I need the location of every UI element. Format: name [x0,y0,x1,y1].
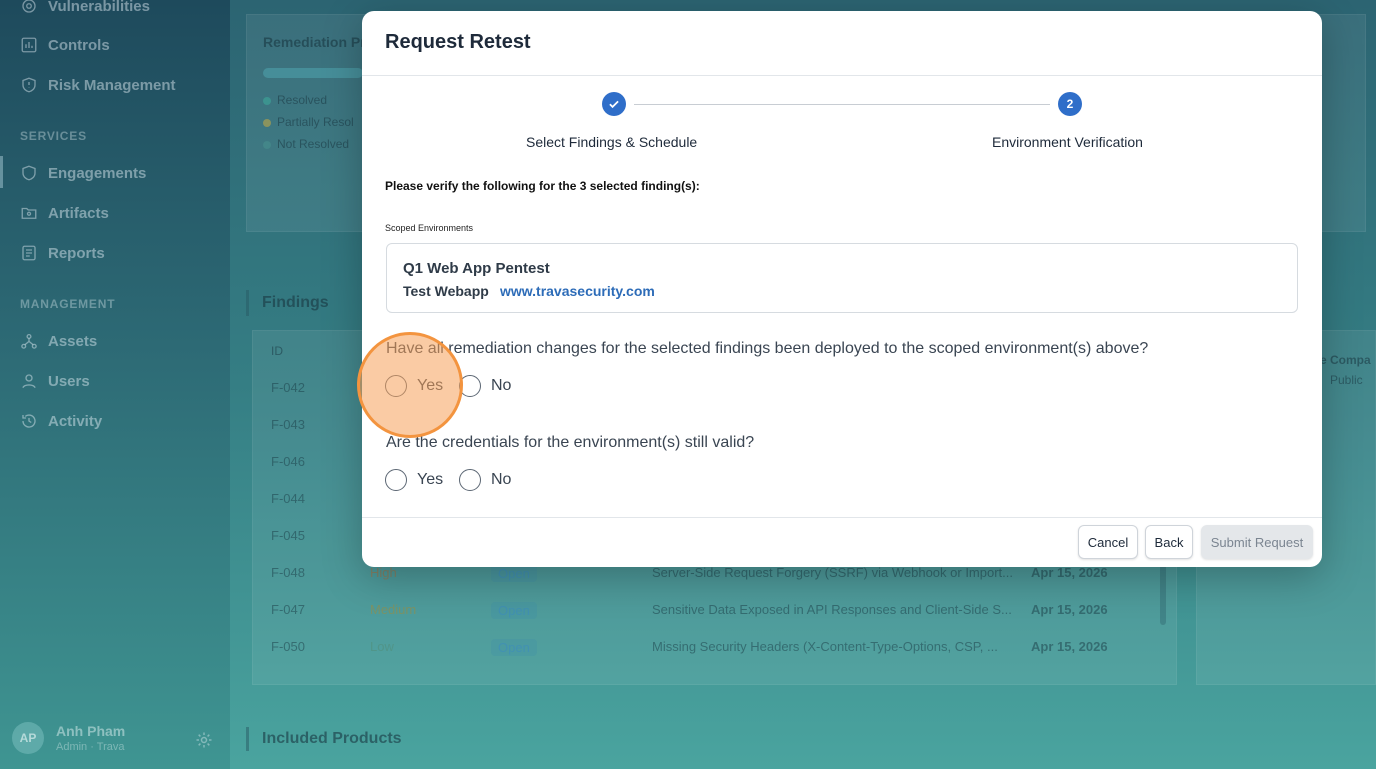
nav-assets[interactable]: Assets [20,329,97,353]
section-services: SERVICES [20,129,87,143]
side-card-sub: Public [1330,373,1363,387]
remediation-progress-bar [263,68,363,78]
submit-request-button[interactable]: Submit Request [1201,525,1313,559]
environment-card: Q1 Web App Pentest Test Webapp www.trava… [386,243,1298,313]
stepper-connector [634,104,1050,105]
findings-accent-bar [246,290,249,316]
user-icon [20,372,38,390]
back-button[interactable]: Back [1145,525,1193,559]
radio-label: No [491,471,512,488]
step-1-label: Select Findings & Schedule [526,134,698,150]
modal-footer-divider [362,517,1322,518]
nav-reports[interactable]: Reports [20,241,105,265]
q1-no-radio[interactable]: No [459,375,511,397]
settings-gear-icon[interactable] [194,730,214,750]
nav-label: Assets [48,332,98,350]
modal-header-divider [362,75,1322,76]
scoped-environments-label: Scoped Environments [385,223,474,233]
radio-circle[interactable] [385,469,407,491]
radio-circle[interactable] [385,375,407,397]
side-card-title: e Compa [1320,353,1371,367]
legend-partially-resolved: Partially Resol [263,115,354,129]
nav-engagements[interactable]: Engagements [20,161,146,185]
nav-label: Users [48,372,90,390]
question-credentials: Are the credentials for the environment(… [386,434,755,451]
nav-risk-management[interactable]: Risk Management [20,73,176,97]
user-name: Anh Pham [56,723,126,739]
legend-resolved: Resolved [263,93,327,107]
radio-label: Yes [417,377,444,394]
radio-circle[interactable] [459,375,481,397]
step-1-check-icon [602,92,626,116]
modal-title: Request Retest [385,31,531,53]
table-row[interactable]: F-047 Medium Open Sensitive Data Exposed… [271,602,1151,639]
active-indicator [0,156,3,188]
findings-title: Findings [262,294,329,311]
nav-users[interactable]: Users [20,369,90,393]
nav-controls[interactable]: Controls [20,33,110,57]
shield-icon [20,164,38,182]
nav-activity[interactable]: Activity [20,409,102,433]
sidebar: Vulnerabilities Controls Risk Management… [0,0,230,769]
step-2-label: Environment Verification [992,134,1143,150]
request-retest-modal: Request Retest 2 Select Findings & Sched… [362,11,1322,567]
q1-yes-radio[interactable]: Yes [385,375,443,397]
q2-yes-radio[interactable]: Yes [385,469,443,491]
radio-label: No [491,377,512,394]
verify-instructions: Please verify the following for the 3 se… [385,179,700,193]
nav-label: Engagements [48,164,147,182]
environment-app: Test Webapp [403,283,489,299]
table-row[interactable]: F-050 Low Open Missing Security Headers … [271,639,1151,676]
question-deployed: Have all remediation changes for the sel… [386,340,1149,357]
gear-icon [20,0,38,15]
remediation-title: Remediation Pr [263,34,366,50]
environment-name: Q1 Web App Pentest [403,260,550,277]
network-icon [20,332,38,350]
chart-icon [20,36,38,54]
shield-icon [20,76,38,94]
environment-url-link[interactable]: www.travasecurity.com [500,283,655,299]
nav-label: Controls [48,36,110,54]
nav-vulnerabilities[interactable]: Vulnerabilities [20,0,150,18]
included-accent-bar [246,727,249,751]
q2-no-radio[interactable]: No [459,469,511,491]
document-icon [20,244,38,262]
nav-artifacts[interactable]: Artifacts [20,201,109,225]
nav-label: Reports [48,244,105,262]
table-row[interactable]: F-048 High Open Server-Side Request Forg… [271,565,1151,602]
section-management: MANAGEMENT [20,297,116,311]
radio-circle[interactable] [459,469,481,491]
avatar: AP [12,722,44,754]
included-products-title: Included Products [262,730,402,747]
step-2-indicator: 2 [1058,92,1082,116]
nav-label: Artifacts [48,204,109,222]
legend-not-resolved: Not Resolved [263,137,349,151]
folder-icon [20,204,38,222]
nav-label: Vulnerabilities [48,0,150,15]
radio-label: Yes [417,471,444,488]
nav-label: Activity [48,412,103,430]
id-column-header: ID [271,344,283,358]
user-profile[interactable]: AP Anh Pham Admin · Trava [12,722,125,754]
nav-label: Risk Management [48,76,176,94]
user-role: Admin · Trava [56,741,125,753]
history-icon [20,412,38,430]
cancel-button[interactable]: Cancel [1078,525,1138,559]
